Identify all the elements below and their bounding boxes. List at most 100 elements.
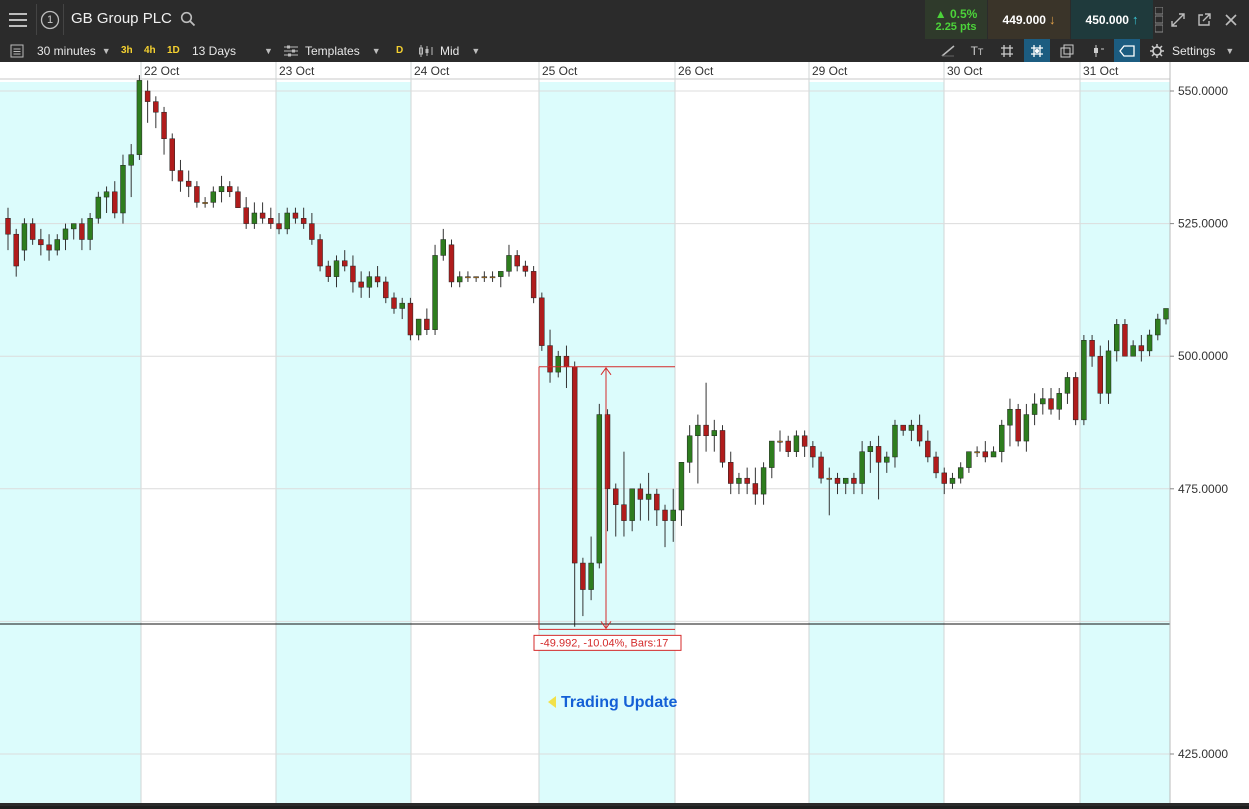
search-icon[interactable]	[180, 11, 196, 32]
candle	[777, 430, 783, 452]
candle	[711, 419, 718, 452]
popout-icon[interactable]	[1192, 0, 1216, 39]
candle	[1031, 393, 1038, 426]
change-percent: 0.5%	[949, 7, 978, 21]
price-type-value: Mid	[440, 43, 460, 58]
candle	[259, 202, 266, 224]
candle-body	[637, 488, 644, 500]
tag-icon[interactable]	[1114, 39, 1140, 62]
quick-3h-button[interactable]: 3h	[121, 39, 133, 62]
candle-body	[391, 297, 397, 309]
candle	[686, 425, 693, 473]
candle-body	[974, 451, 980, 454]
candle-body	[1155, 318, 1161, 336]
candle-body	[1040, 398, 1046, 405]
candle	[481, 271, 488, 282]
candle-body	[1023, 414, 1030, 442]
candle	[202, 197, 208, 208]
crosshair-grid-icon[interactable]	[1024, 39, 1050, 62]
date-label: 22 Oct	[144, 64, 180, 78]
date-label: 31 Oct	[1083, 64, 1119, 78]
candle-body	[235, 191, 241, 208]
d-button[interactable]: D	[396, 39, 403, 62]
sell-price-button[interactable]: 449.000 ↓	[988, 0, 1070, 39]
candle-body	[79, 223, 85, 240]
divider	[63, 4, 64, 35]
grid-icon[interactable]	[994, 39, 1020, 62]
gear-icon	[1150, 43, 1164, 58]
drag-handle-icon[interactable]	[1153, 0, 1165, 39]
close-icon[interactable]	[1218, 0, 1244, 39]
up-arrow-icon: ↑	[1131, 12, 1139, 27]
candle-body	[834, 477, 841, 484]
chevron-down-icon: ▼	[101, 45, 111, 56]
candle-body	[1097, 355, 1104, 394]
candle-body	[251, 212, 258, 224]
candle	[407, 297, 414, 341]
candle-body	[1089, 340, 1095, 357]
candle-body	[892, 424, 898, 458]
candle-body	[1130, 345, 1136, 357]
candle-body	[185, 180, 192, 187]
buy-price-button[interactable]: 450.000 ↑	[1071, 0, 1153, 39]
candle-body	[243, 207, 249, 224]
candle-body	[1105, 350, 1112, 394]
interval-select[interactable]: 30 minutes ▼	[37, 39, 111, 62]
drawing-line-icon[interactable]	[935, 39, 961, 62]
range-select[interactable]: 13 Days ▼	[192, 39, 273, 62]
quick-3h-label: 3h	[121, 45, 133, 56]
candle	[760, 462, 767, 505]
candle-body	[933, 456, 939, 474]
candle-body	[1146, 334, 1153, 352]
expand-icon[interactable]	[1166, 0, 1190, 39]
chart-area[interactable]: 449.5000-49.992, -10.04%, Bars:17Trading…	[0, 62, 1249, 804]
candle-body	[760, 467, 767, 495]
copy-window-icon[interactable]	[1054, 39, 1080, 62]
candle-body	[563, 355, 570, 368]
quick-4h-button[interactable]: 4h	[144, 39, 156, 62]
templates-label: Templates	[305, 43, 360, 58]
candle-body	[374, 276, 381, 283]
candle-body	[350, 265, 356, 283]
chevron-down-icon: ▼	[1225, 45, 1235, 56]
candle	[251, 202, 258, 229]
candle-body	[440, 239, 446, 256]
instrument-name[interactable]: GB Group PLC	[71, 10, 172, 27]
title-bar: 1 GB Group PLC ▲ 0.5% 2.25 pts 449.000 ↓…	[0, 0, 1249, 40]
templates-button[interactable]: Templates ▼	[283, 39, 381, 62]
candle	[530, 266, 537, 304]
candle	[719, 425, 726, 468]
quick-1d-label: 1D	[167, 45, 180, 56]
indicator-icon[interactable]	[1085, 39, 1111, 62]
candlestick-chart[interactable]: 449.5000-49.992, -10.04%, Bars:17Trading…	[0, 62, 1249, 804]
candle-body	[481, 276, 488, 279]
up-triangle-icon: ▲	[934, 7, 947, 21]
candle-body	[432, 255, 438, 330]
candle-body	[128, 154, 134, 166]
price-type-select[interactable]: Mid ▼	[418, 39, 480, 62]
window-number-badge[interactable]: 1	[39, 0, 61, 39]
hamburger-menu-icon[interactable]	[0, 0, 36, 39]
settings-button[interactable]: Settings ▼	[1150, 39, 1234, 62]
candle	[801, 430, 808, 457]
candle-body	[1081, 340, 1087, 421]
candle-body	[695, 424, 701, 437]
candle	[1015, 403, 1021, 447]
candle	[1048, 388, 1054, 415]
candle-body	[218, 186, 225, 193]
candle-body	[1007, 408, 1013, 426]
candle-body	[87, 218, 93, 240]
quick-1d-button[interactable]: 1D	[167, 39, 180, 62]
date-label: 24 Oct	[414, 64, 450, 78]
candle-body	[875, 446, 882, 463]
candle	[1072, 372, 1079, 426]
candle-body	[867, 446, 874, 452]
text-tool-icon[interactable]: TT	[964, 39, 990, 62]
chart-list-icon[interactable]	[4, 39, 30, 62]
candle-body	[407, 302, 414, 336]
candle-body	[711, 430, 718, 437]
candle-body	[1138, 345, 1145, 352]
candle-body	[268, 218, 274, 224]
session-shade	[276, 82, 411, 804]
candle	[982, 441, 989, 463]
